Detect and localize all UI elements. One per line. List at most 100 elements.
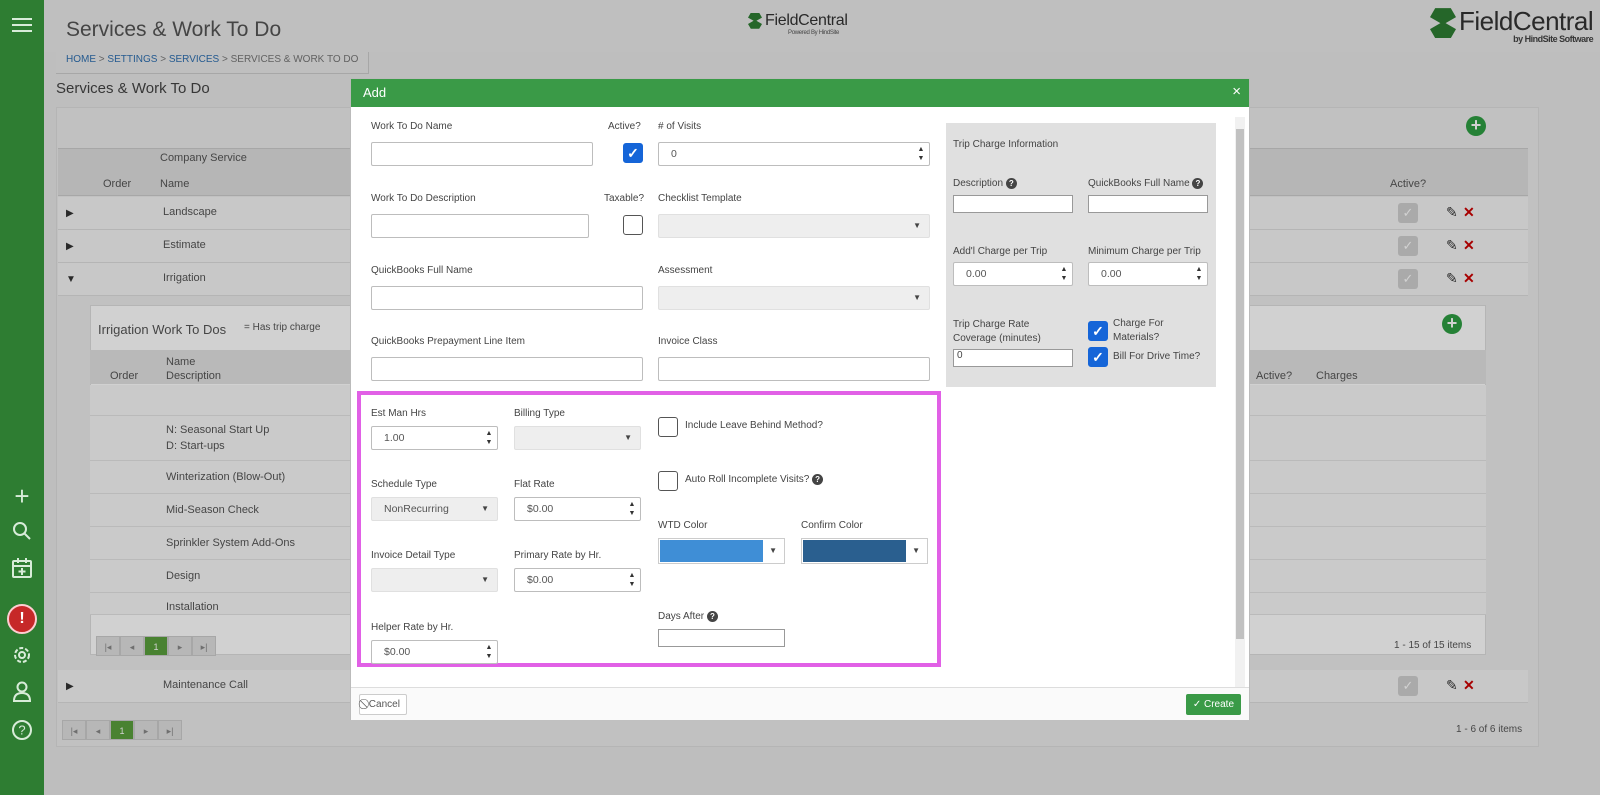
- est-man-hrs-input[interactable]: 1.00 ▲ ▼: [371, 426, 498, 450]
- active-label: Active?: [608, 121, 641, 132]
- trip-charge-title: Trip Charge Information: [953, 139, 1059, 150]
- addl-charge-label: Add'l Charge per Trip: [953, 246, 1048, 257]
- confirm-color-swatch: [803, 540, 906, 562]
- days-after-input[interactable]: [658, 629, 785, 647]
- trip-qb-full-name-input[interactable]: [1088, 195, 1208, 213]
- sidebar: + ! ?: [0, 0, 44, 795]
- check-icon: ✓: [1192, 699, 1202, 710]
- quickbooks-full-name-input[interactable]: [371, 286, 643, 310]
- spinner-icon: ▲ ▼: [485, 644, 493, 660]
- flat-rate-input[interactable]: $0.00 ▲ ▼: [514, 497, 641, 521]
- spinner-icon: ▲ ▼: [628, 501, 636, 517]
- close-icon[interactable]: ×: [1232, 83, 1241, 100]
- work-to-do-name-label: Work To Do Name: [371, 121, 453, 132]
- helper-rate-label: Helper Rate by Hr.: [371, 622, 454, 633]
- help-icon: ?: [812, 474, 824, 485]
- help-icon: ?: [1192, 178, 1204, 189]
- est-man-hrs-label: Est Man Hrs: [371, 408, 427, 419]
- chevron-down-icon: ▼: [913, 221, 921, 230]
- trip-charge-panel: Trip Charge Information Description ? Qu…: [946, 123, 1216, 387]
- calendar-icon[interactable]: [7, 553, 37, 583]
- taxable-checkbox[interactable]: [623, 215, 643, 235]
- addl-charge-input[interactable]: 0.00 ▲ ▼: [953, 262, 1073, 286]
- schedule-type-select[interactable]: NonRecurring ▼: [371, 497, 498, 521]
- user-icon[interactable]: [7, 676, 37, 706]
- charge-materials-checkbox[interactable]: ✓: [1088, 321, 1108, 341]
- help-icon: ?: [1005, 178, 1017, 189]
- confirm-color-picker[interactable]: ▼: [801, 538, 928, 564]
- work-to-do-name-input[interactable]: [371, 142, 593, 166]
- wtd-color-label: WTD Color: [658, 520, 708, 531]
- invoice-detail-type-select[interactable]: ▼: [371, 568, 498, 592]
- num-visits-input[interactable]: 0 ▲ ▼: [658, 142, 930, 166]
- alert-icon[interactable]: !: [7, 604, 37, 634]
- active-checkbox[interactable]: ✓: [623, 143, 643, 163]
- trip-description-input[interactable]: [953, 195, 1073, 213]
- primary-rate-input[interactable]: $0.00 ▲ ▼: [514, 568, 641, 592]
- invoice-class-input[interactable]: [658, 357, 930, 381]
- primary-rate-label: Primary Rate by Hr.: [514, 550, 602, 561]
- assessment-label: Assessment: [658, 265, 713, 276]
- chevron-down-icon: ▼: [769, 546, 777, 555]
- chevron-down-icon: ▼: [481, 504, 489, 513]
- auto-roll-label: Auto Roll Incomplete Visits? ?: [685, 474, 824, 485]
- cancel-button[interactable]: ⃠ Cancel: [359, 694, 407, 715]
- min-charge-label: Minimum Charge per Trip: [1088, 246, 1201, 257]
- scrollbar-thumb: [1236, 129, 1244, 639]
- svg-text:?: ?: [18, 723, 25, 738]
- auto-roll-checkbox[interactable]: [658, 471, 678, 491]
- work-to-do-description-input[interactable]: [371, 214, 589, 238]
- schedule-type-label: Schedule Type: [371, 479, 437, 490]
- chevron-down-icon: ▼: [912, 546, 920, 555]
- charge-materials-label-2: Materials?: [1113, 332, 1160, 343]
- settings-gear-icon[interactable]: [7, 640, 37, 670]
- include-leave-behind-label: Include Leave Behind Method?: [685, 420, 823, 431]
- charge-materials-label-1: Charge For: [1113, 318, 1164, 329]
- trip-qb-full-name-label: QuickBooks Full Name ?: [1088, 178, 1204, 189]
- flat-rate-label: Flat Rate: [514, 479, 555, 490]
- wtd-color-swatch: [660, 540, 763, 562]
- modal-title: Add: [363, 85, 387, 100]
- min-charge-input[interactable]: 0.00 ▲ ▼: [1088, 262, 1208, 286]
- modal-footer: ⃠ Cancel ✓ Create: [351, 687, 1249, 720]
- spinner-icon: ▲ ▼: [485, 430, 493, 446]
- invoice-class-label: Invoice Class: [658, 336, 718, 347]
- spinner-icon: ▲ ▼: [1195, 266, 1203, 282]
- chevron-down-icon: ▼: [624, 433, 632, 442]
- billing-type-label: Billing Type: [514, 408, 565, 419]
- bill-drive-time-checkbox[interactable]: ✓: [1088, 347, 1108, 367]
- num-visits-label: # of Visits: [658, 121, 702, 132]
- include-leave-behind-checkbox[interactable]: [658, 417, 678, 437]
- wtd-color-picker[interactable]: ▼: [658, 538, 785, 564]
- assessment-select[interactable]: ▼: [658, 286, 930, 310]
- modal-body: Work To Do Name Active? ✓ # of Visits 0 ▲…: [351, 107, 1249, 687]
- spinner-icon: ▲ ▼: [1060, 266, 1068, 282]
- help-icon[interactable]: ?: [7, 715, 37, 745]
- spinner-icon: ▲ ▼: [628, 572, 636, 588]
- invoice-detail-type-label: Invoice Detail Type: [371, 550, 456, 561]
- rate-coverage-label-2: Coverage (minutes): [953, 333, 1041, 344]
- create-button[interactable]: ✓ Create: [1185, 694, 1241, 715]
- quickbooks-full-name-label: QuickBooks Full Name: [371, 265, 473, 276]
- work-to-do-description-label: Work To Do Description: [371, 193, 476, 204]
- checklist-template-label: Checklist Template: [658, 193, 742, 204]
- days-after-label: Days After ?: [658, 611, 718, 622]
- bill-drive-time-label: Bill For Drive Time?: [1113, 351, 1201, 362]
- billing-type-select[interactable]: ▼: [514, 426, 641, 450]
- menu-icon[interactable]: [7, 10, 37, 40]
- chevron-down-icon: ▼: [913, 293, 921, 302]
- quickbooks-prepayment-input[interactable]: [371, 357, 643, 381]
- trip-description-label: Description ?: [953, 178, 1017, 189]
- taxable-label: Taxable?: [604, 193, 645, 204]
- rate-coverage-label-1: Trip Charge Rate: [953, 319, 1030, 330]
- search-icon[interactable]: [7, 516, 37, 546]
- helper-rate-input[interactable]: $0.00 ▲ ▼: [371, 640, 498, 664]
- checklist-template-select[interactable]: ▼: [658, 214, 930, 238]
- confirm-color-label: Confirm Color: [801, 520, 863, 531]
- modal-scrollbar[interactable]: [1235, 117, 1245, 687]
- rate-coverage-input[interactable]: 0: [953, 349, 1073, 367]
- add-icon[interactable]: +: [7, 481, 37, 511]
- chevron-down-icon: ▼: [481, 575, 489, 584]
- quickbooks-prepayment-label: QuickBooks Prepayment Line Item: [371, 336, 525, 347]
- add-modal: Add × Work To Do Name Active? ✓ # of Vis…: [350, 78, 1250, 720]
